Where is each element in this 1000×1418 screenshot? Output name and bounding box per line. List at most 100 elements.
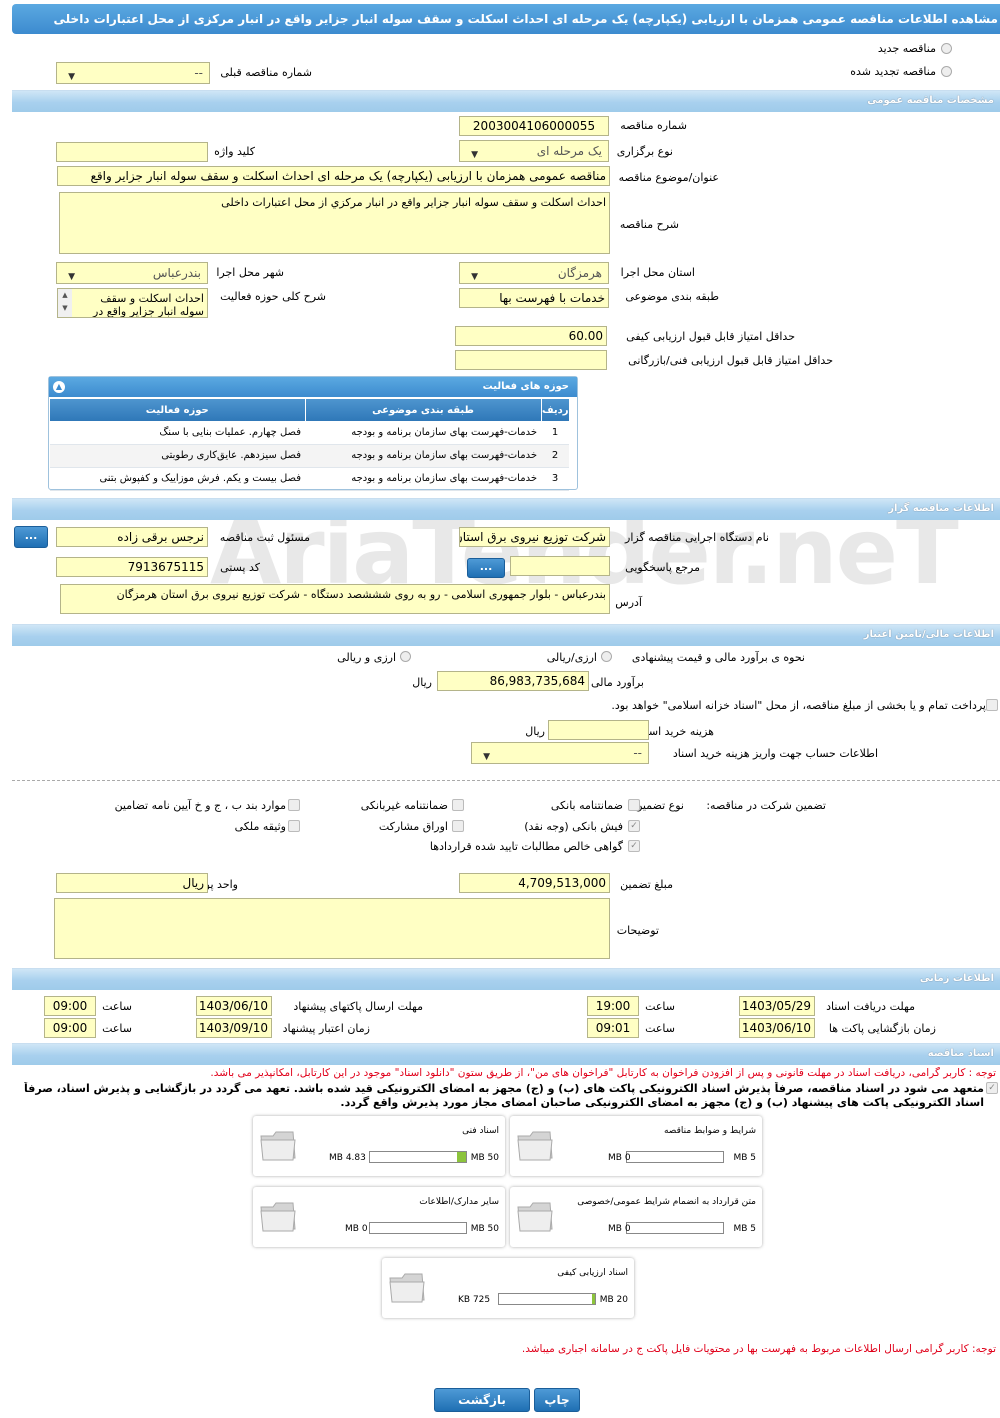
file-size: 4.83 MB — [329, 1153, 366, 1163]
file-size: 0 MB — [345, 1224, 368, 1234]
min-tech-label: حداقل امتیاز قابل قبول ارزیابی فنی/بازرگ… — [628, 354, 833, 367]
label-bonds: اوراق مشارکت — [378, 820, 448, 833]
postal-field[interactable]: 7913675115 — [56, 557, 208, 577]
doc-cost-field[interactable] — [548, 720, 649, 740]
print-button[interactable]: چاپ — [534, 1388, 580, 1412]
doc-cost-unit: ریال — [525, 725, 545, 738]
collapse-icon[interactable]: ▲ — [53, 381, 65, 393]
category-label: طبقه بندی موضوعی — [625, 290, 719, 303]
send-date-field[interactable]: 1403/06/10 — [196, 996, 272, 1016]
chevron-down-icon: ▼ — [471, 150, 478, 160]
file-progress — [498, 1293, 596, 1305]
folder-icon — [389, 1273, 425, 1303]
radio-renewed[interactable] — [941, 66, 952, 77]
min-tech-field[interactable] — [455, 350, 607, 370]
checkbox-bank-receipt[interactable]: ✓ — [628, 820, 640, 832]
doc-file-conditions[interactable]: شرایط و ضوابط مناقصه 5 MB 0 MB — [510, 1116, 762, 1176]
col-activity: حوزه فعالیت — [49, 399, 305, 421]
checkbox-property[interactable] — [288, 820, 300, 832]
back-button[interactable]: بازگشت — [434, 1388, 530, 1412]
type-select[interactable]: یک مرحله ای ▼ — [459, 140, 609, 162]
file-size: 0 MB — [608, 1224, 631, 1234]
postal-label: کد پستی — [220, 561, 260, 574]
file-name: شرایط و ضوابط مناقصه — [663, 1126, 756, 1136]
col-row: ردیف — [540, 399, 569, 421]
category-field[interactable]: خدمات با فهرست بها — [459, 288, 609, 308]
open-time-field[interactable]: 09:01 — [587, 1018, 639, 1038]
radio-currency-rial[interactable] — [601, 651, 612, 662]
tender-number-field[interactable]: 2003004106000055 — [459, 116, 609, 136]
file-name: اسناد ارزیابی کیفی — [557, 1268, 628, 1278]
file-progress — [626, 1222, 724, 1234]
valid-date-field[interactable]: 1403/09/10 — [196, 1018, 272, 1038]
section-general: مشخصات مناقصه عمومی — [12, 90, 1000, 112]
file-name: اسناد فنی — [462, 1126, 499, 1136]
resp-field[interactable]: نرجس برقی زاده — [56, 527, 208, 547]
valid-hour-label: ساعت — [102, 1022, 132, 1035]
col-category: طبقه بندی موضوعی — [304, 399, 541, 421]
prev-number-select[interactable]: -- ▼ — [56, 62, 210, 84]
file-size: 725 KB — [458, 1295, 491, 1305]
checkbox-claims-cert[interactable]: ✓ — [628, 840, 640, 852]
radio-currency-and-rial-label: ارزی و ریالی — [337, 651, 396, 664]
commit-checkbox[interactable]: ✓ — [986, 1082, 998, 1094]
docs-note: توجه : کاربر گرامی، دریافت اسناد در مهلت… — [210, 1067, 996, 1079]
checkbox-bank-guarantee[interactable] — [628, 799, 640, 811]
open-hour-label: ساعت — [645, 1022, 675, 1035]
resp-more-button[interactable]: ... — [14, 526, 48, 548]
unit-field[interactable]: ریال — [56, 873, 208, 893]
open-date-field[interactable]: 1403/06/10 — [739, 1018, 815, 1038]
prev-number-label: شماره مناقصه قبلی — [220, 66, 312, 79]
file-max: 50 MB — [470, 1224, 499, 1234]
notes-field[interactable] — [54, 898, 610, 959]
label-bank-receipt: فیش بانکی (وجه نقد) — [524, 820, 623, 833]
folder-icon — [517, 1202, 553, 1232]
address-field[interactable]: بندرعباس - بلوار جمهوری اسلامی - رو به ر… — [60, 584, 610, 614]
scope-field[interactable]: احداث اسکلت و سقف سوله انبار جزایر واقع … — [57, 288, 208, 318]
send-time-field[interactable]: 09:00 — [44, 996, 96, 1016]
radio-new[interactable] — [941, 43, 952, 54]
price-list-note: توجه: کاربر گرامی ارسال اطلاعات مربوط به… — [521, 1343, 996, 1355]
ref-more-button[interactable]: ... — [467, 558, 505, 578]
radio-currency-and-rial[interactable] — [400, 651, 411, 662]
description-label: شرح مناقصه — [619, 218, 679, 231]
doc-file-technical[interactable]: اسناد فنی 50 MB 4.83 MB — [253, 1116, 505, 1176]
recv-date-field[interactable]: 1403/05/29 — [739, 996, 815, 1016]
recv-label: مهلت دریافت اسناد — [826, 1000, 915, 1013]
file-progress — [369, 1222, 467, 1234]
activities-title: حوزه های فعالیت — [482, 381, 569, 392]
treasury-checkbox[interactable] — [986, 699, 998, 711]
min-quality-label: حداقل امتیاز قابل قبول ارزیابی کیفی — [626, 330, 795, 343]
account-select[interactable]: -- ▼ — [471, 742, 649, 764]
estimate-field[interactable]: 86,983,735,684 — [437, 671, 589, 691]
description-field[interactable]: احداث اسکلت و سقف سوله انبار جزایر واقع … — [59, 192, 610, 254]
tender-number-label: شماره مناقصه — [620, 119, 687, 132]
subject-field[interactable]: مناقصه عمومی همزمان با ارزیابی (یکپارچه)… — [57, 166, 610, 186]
estimate-label: برآورد مالی — [591, 676, 644, 689]
province-select[interactable]: هرمزگان ▼ — [459, 262, 609, 284]
send-hour-label: ساعت — [102, 1000, 132, 1013]
org-field[interactable]: شرکت توزیع نیروی برق استان — [459, 527, 610, 547]
doc-file-other[interactable]: سایر مدارک/اطلاعات 50 MB 0 MB — [253, 1187, 505, 1247]
label-property: وثیقه ملکی — [234, 820, 286, 833]
checkbox-clauses[interactable] — [288, 799, 300, 811]
notes-label: توضیحات — [616, 924, 659, 937]
scroll-arrows-icon[interactable]: ▲ ▼ — [58, 289, 72, 317]
recv-time-field[interactable]: 19:00 — [587, 996, 639, 1016]
keyword-field[interactable] — [56, 142, 208, 162]
section-organizer: اطلاعات مناقصه گزار — [12, 498, 1000, 520]
checkbox-nonbank-guarantee[interactable] — [452, 799, 464, 811]
doc-file-quality[interactable]: اسناد ارزیابی کیفی 20 MB 725 KB — [382, 1258, 634, 1318]
min-quality-field[interactable]: 60.00 — [455, 326, 607, 346]
valid-time-field[interactable]: 09:00 — [44, 1018, 96, 1038]
ref-field[interactable] — [510, 556, 610, 576]
doc-file-contract[interactable]: متن قرارداد به انضمام شرایط عمومی/خصوصی … — [510, 1187, 762, 1247]
checkbox-bonds[interactable] — [452, 820, 464, 832]
ref-label: مرجع پاسخگویی — [625, 561, 700, 574]
file-name: سایر مدارک/اطلاعات — [419, 1197, 499, 1207]
guarantee-amount-field[interactable]: 4,709,513,000 — [459, 873, 610, 893]
resp-label: مسئول ثبت مناقصه — [219, 531, 310, 544]
type-label: نوع برگزاری — [616, 145, 673, 158]
label-clauses: موارد بند ب ، ج و خ آیین نامه تضامین — [114, 799, 286, 812]
city-select[interactable]: بندرعباس ▼ — [56, 262, 208, 284]
